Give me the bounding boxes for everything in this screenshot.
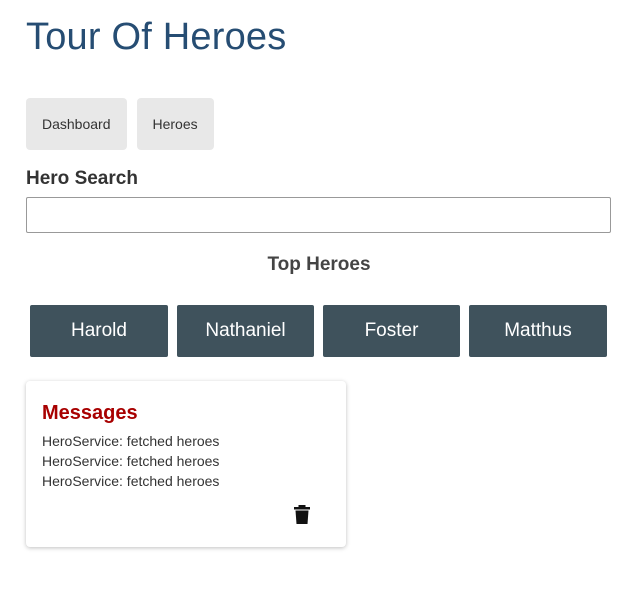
hero-search-label: Hero Search <box>26 168 138 189</box>
messages-panel: Messages HeroService: fetched heroes Her… <box>26 381 346 547</box>
message-item: HeroService: fetched heroes <box>42 453 220 469</box>
message-item: HeroService: fetched heroes <box>42 473 220 489</box>
clear-messages-button[interactable] <box>290 501 314 527</box>
trash-icon <box>294 504 310 524</box>
messages-title: Messages <box>42 402 138 424</box>
messages-list: HeroService: fetched heroes HeroService:… <box>42 431 219 491</box>
hero-search-input[interactable] <box>26 197 611 233</box>
hero-tile-nathaniel[interactable]: Nathaniel <box>177 305 314 357</box>
top-heroes-title: Top Heroes <box>267 254 371 275</box>
main-nav: Dashboard Heroes <box>26 98 214 150</box>
nav-link-dashboard[interactable]: Dashboard <box>26 98 127 150</box>
app-title: Tour Of Heroes <box>26 16 287 58</box>
message-item: HeroService: fetched heroes <box>42 433 220 449</box>
hero-tile-matthus[interactable]: Matthus <box>469 305 607 357</box>
hero-tile-harold[interactable]: Harold <box>30 305 168 357</box>
top-heroes-menu: Harold Nathaniel Foster Matthus <box>30 305 607 357</box>
hero-tile-foster[interactable]: Foster <box>323 305 460 357</box>
nav-link-heroes[interactable]: Heroes <box>136 98 214 150</box>
